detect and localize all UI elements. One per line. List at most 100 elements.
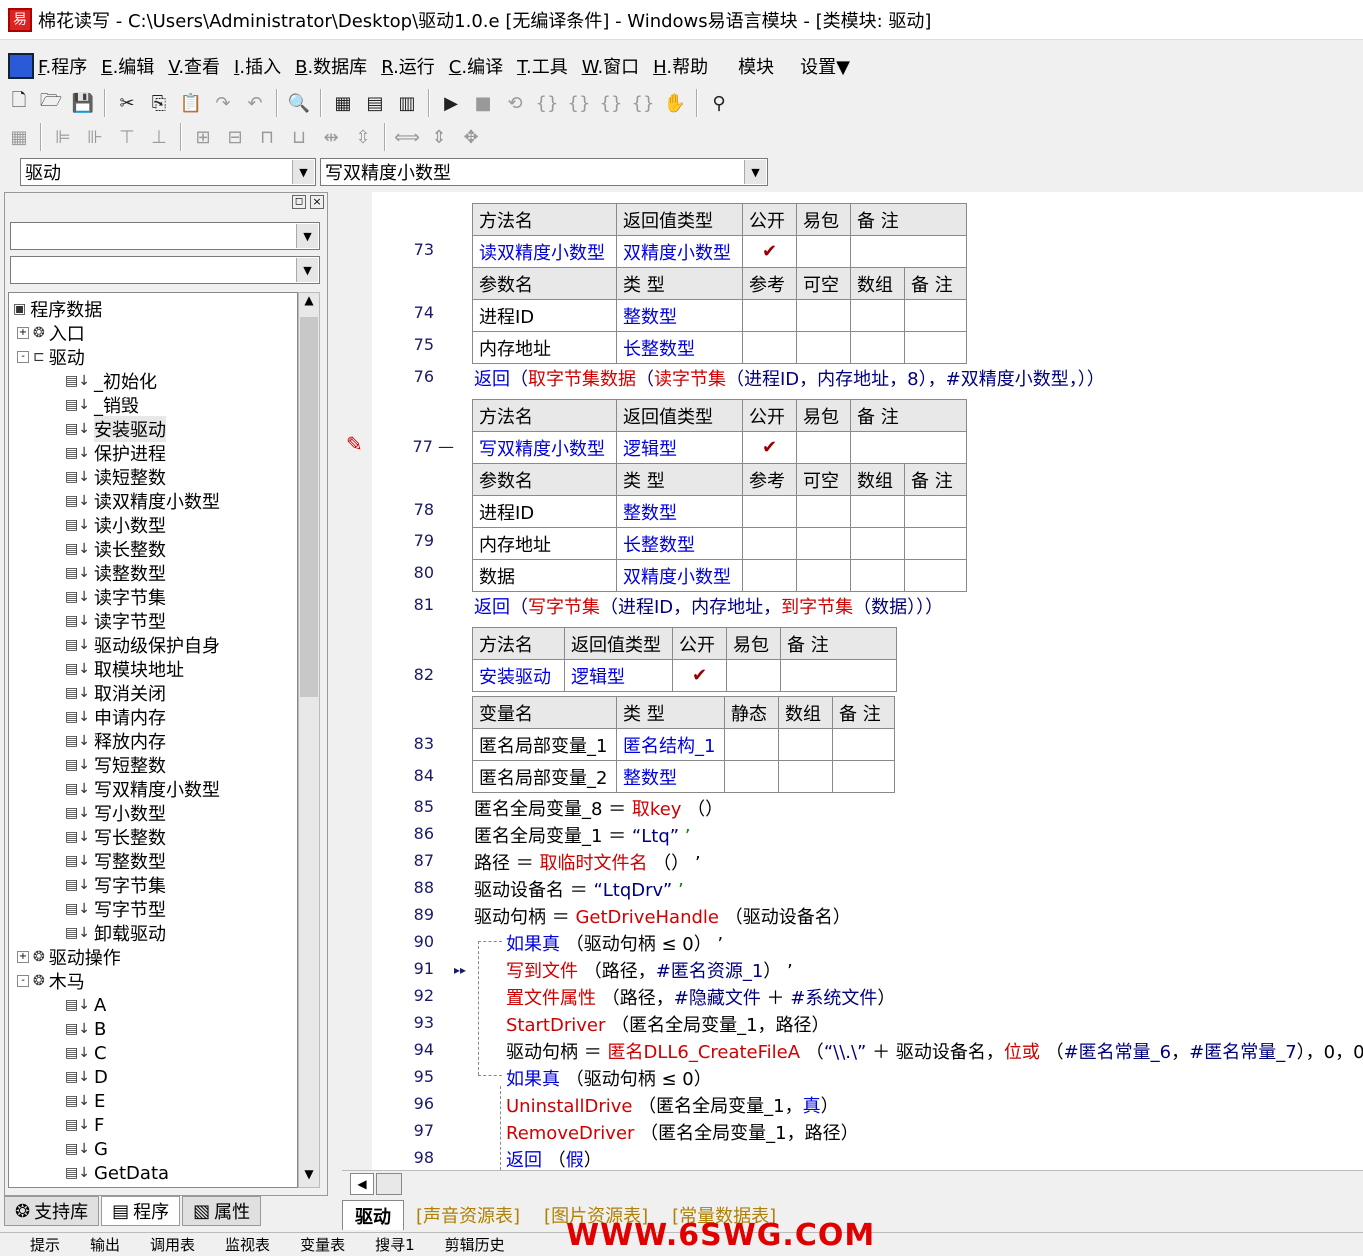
param-name-cell[interactable]: 进程ID xyxy=(472,495,617,528)
copy-icon[interactable]: ⎘ xyxy=(144,88,174,118)
tab-program[interactable]: ▤ 程序 xyxy=(101,1196,181,1226)
return-type-cell[interactable]: 逻辑型 xyxy=(564,659,673,692)
hand-icon[interactable]: ✋ xyxy=(660,88,690,118)
param-type-cell[interactable]: 长整数型 xyxy=(616,331,743,364)
check-icon[interactable]: ✔ xyxy=(742,235,797,268)
code-line-81[interactable]: 返回（写字节集（进程ID，内存地址，到字节集（数据））） xyxy=(474,593,943,619)
code-line-76[interactable]: 返回（取字节集数据（读字节集（进程ID，内存地址，8），#双精度小数型，）） xyxy=(474,365,1105,391)
tab-properties[interactable]: ▧ 属性 xyxy=(182,1196,262,1226)
collapse-icon[interactable]: - xyxy=(17,975,29,987)
code-line-96[interactable]: UninstallDrive （匿名全局变量_1，真） xyxy=(506,1092,839,1118)
menu-tools[interactable]: T.工具 xyxy=(517,53,568,79)
space-h-icon[interactable]: ⇹ xyxy=(316,122,346,152)
chevron-down-icon[interactable]: ▼ xyxy=(744,160,766,184)
tree-item[interactable]: ▤↓ 读小数型 xyxy=(65,513,166,537)
code-line-93[interactable]: StartDriver （匿名全局变量_1，路径） xyxy=(506,1011,830,1037)
center-v-icon[interactable]: ⊟ xyxy=(220,122,250,152)
tab-sound-resources[interactable]: [声音资源表] xyxy=(404,1200,532,1230)
align-top-icon[interactable]: ⊤ xyxy=(112,122,142,152)
param-name-cell[interactable]: 数据 xyxy=(472,559,617,592)
tree-item[interactable]: ▤↓ 写长整数 xyxy=(65,825,166,849)
center-h-icon[interactable]: ⊞ xyxy=(188,122,218,152)
easy-pack-cell[interactable] xyxy=(726,659,781,692)
var-name-cell[interactable]: 匿名局部变量_1 xyxy=(472,728,617,761)
undo-icon[interactable]: ↶ xyxy=(240,88,270,118)
tree-item[interactable]: - ⊏ 驱动 xyxy=(17,345,85,369)
new-file-icon[interactable]: 🗋 xyxy=(4,88,34,118)
align-right-icon[interactable]: ⊪ xyxy=(80,122,110,152)
remark-cell[interactable] xyxy=(850,235,967,268)
var-type-cell[interactable]: 整数型 xyxy=(616,760,725,793)
code-line-98[interactable]: 返回 （假） xyxy=(506,1146,602,1172)
code-line-91[interactable]: 写到文件 （路径，#匿名资源_1） ’ xyxy=(506,957,793,983)
menu-module[interactable]: 模块 xyxy=(738,53,774,79)
tree-item[interactable]: ▤↓ E xyxy=(65,1089,105,1113)
run-to-cursor-icon[interactable]: {} xyxy=(628,88,658,118)
module-select[interactable]: 驱动 ▼ xyxy=(20,158,316,186)
check-icon[interactable]: ✔ xyxy=(742,431,797,464)
code-line-86[interactable]: 匿名全局变量_1 ＝ “Ltq” ’ xyxy=(474,822,691,848)
tree-item[interactable]: + ❂ 驱动操作 xyxy=(17,945,121,969)
find-icon[interactable]: 🔍 xyxy=(284,88,314,118)
return-type-cell[interactable]: 逻辑型 xyxy=(616,431,743,464)
code-line-94[interactable]: 驱动句柄 ＝ 匿名DLL6_CreateFileA （“\\.\” ＋ 驱动设备… xyxy=(506,1038,1363,1064)
scroll-up-icon[interactable]: ▲ xyxy=(300,293,318,313)
menu-window[interactable]: W.窗口 xyxy=(582,53,639,79)
tree-item[interactable]: ▤↓ G xyxy=(65,1137,108,1161)
easy-pack-cell[interactable] xyxy=(796,235,851,268)
tree-item[interactable]: ▤↓ 读整数型 xyxy=(65,561,166,585)
size-height-icon[interactable]: ⇕ xyxy=(424,122,454,152)
menu-edit[interactable]: E.编辑 xyxy=(101,53,154,79)
tree-item[interactable]: ▤↓ 写短整数 xyxy=(65,753,166,777)
run-icon[interactable]: ▶ xyxy=(436,88,466,118)
tree-item[interactable]: ▤↓ 写字节集 xyxy=(65,873,166,897)
align-grid-icon[interactable]: ▦ xyxy=(4,122,34,152)
menu-settings[interactable]: 设置▼ xyxy=(800,53,850,79)
tree-item[interactable]: ▤↓ 取模块地址 xyxy=(65,657,184,681)
method-name-cell[interactable]: 读双精度小数型 xyxy=(472,235,617,268)
stop-icon[interactable]: ■ xyxy=(468,88,498,118)
check-icon[interactable]: ✔ xyxy=(672,659,727,692)
method-name-cell[interactable]: 写双精度小数型 xyxy=(472,431,617,464)
tab-output[interactable]: 输出 xyxy=(90,1234,120,1255)
param-name-cell[interactable]: 内存地址 xyxy=(472,527,617,560)
tree-item[interactable]: ▤↓ 释放内存 xyxy=(65,729,166,753)
param-type-cell[interactable]: 双精度小数型 xyxy=(616,559,743,592)
same-width-icon[interactable]: ⊓ xyxy=(252,122,282,152)
tab-watch[interactable]: 监视表 xyxy=(225,1234,270,1255)
tree-item[interactable]: ▤↓ 写小数型 xyxy=(65,801,166,825)
menu-insert[interactable]: I.插入 xyxy=(234,53,281,79)
tree-item[interactable]: + ❂ 入口 xyxy=(17,321,85,345)
tree-item[interactable]: ▤↓ 取消关闭 xyxy=(65,681,166,705)
step-1-icon[interactable]: ⟲ xyxy=(500,88,530,118)
remark-cell[interactable] xyxy=(780,659,897,692)
close-icon[interactable]: × xyxy=(310,195,324,209)
code-line-90[interactable]: 如果真 （驱动句柄 ≤ 0） ’ xyxy=(506,930,723,956)
tab-clip-history[interactable]: 剪辑历史 xyxy=(445,1234,505,1255)
chevron-down-icon[interactable]: ▼ xyxy=(292,160,314,184)
tab-support-lib[interactable]: ❂ 支持库 xyxy=(4,1196,100,1226)
var-type-cell[interactable]: 匿名结构_1 xyxy=(616,728,725,761)
step-out-icon[interactable]: {} xyxy=(596,88,626,118)
tree-item[interactable]: ▤↓ 安装驱动 xyxy=(65,416,166,442)
editor-hscrollbar[interactable]: ◀ xyxy=(342,1170,1363,1196)
code-line-92[interactable]: 置文件属性 （路径，#隐藏文件 ＋ #系统文件） xyxy=(506,984,895,1010)
tree-item[interactable]: ▤↓ C xyxy=(65,1041,107,1065)
code-line-95[interactable]: 如果真 （驱动句柄 ≤ 0） xyxy=(506,1065,712,1091)
param-type-cell[interactable]: 整数型 xyxy=(616,299,743,332)
tree-item[interactable]: ▤↓ 卸载驱动 xyxy=(65,921,166,945)
param-type-cell[interactable]: 长整数型 xyxy=(616,527,743,560)
tree-item[interactable]: ▤↓ 读双精度小数型 xyxy=(65,489,220,513)
easy-pack-cell[interactable] xyxy=(796,431,851,464)
restore-icon[interactable]: ◻ xyxy=(292,195,306,209)
tree-item[interactable]: ▤↓ 读短整数 xyxy=(65,465,166,489)
tab-sheet-driver[interactable]: 驱动 xyxy=(342,1200,404,1230)
tab-call-stack[interactable]: 调用表 xyxy=(150,1234,195,1255)
size-width-icon[interactable]: ⟺ xyxy=(392,122,422,152)
save-icon[interactable]: 💾 xyxy=(68,88,98,118)
tree-item[interactable]: ▤↓ _销毁 xyxy=(65,393,139,417)
tree-root[interactable]: ▣ 程序数据 xyxy=(13,297,102,321)
code-line-88[interactable]: 驱动设备名 ＝ “LtqDrv” ’ xyxy=(474,876,684,902)
tree-item[interactable]: ▤↓ GetData xyxy=(65,1161,169,1185)
method-select[interactable]: 写双精度小数型 ▼ xyxy=(320,158,768,186)
